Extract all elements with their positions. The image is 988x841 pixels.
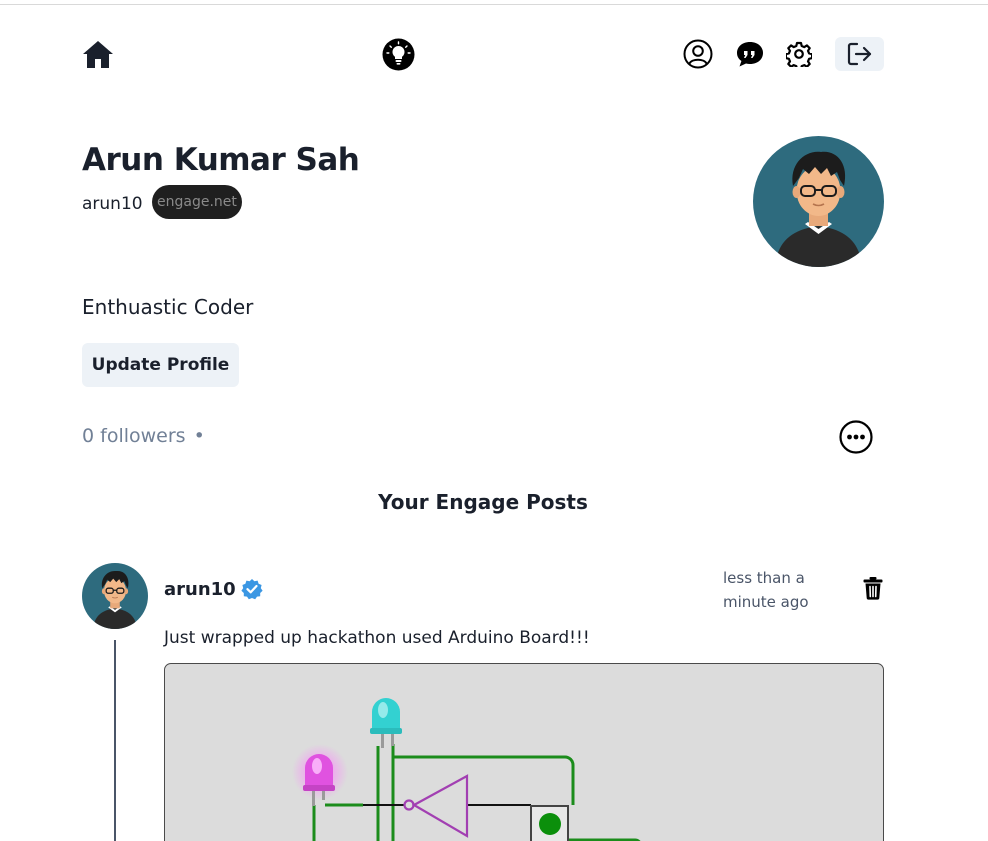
post-username: arun10 (164, 578, 236, 600)
logout-icon (847, 42, 871, 66)
domain-badge: engage.net (152, 185, 242, 219)
post-author[interactable]: arun10 (164, 578, 263, 600)
chat-icon[interactable] (734, 38, 766, 70)
update-profile-button[interactable]: Update Profile (82, 343, 239, 387)
post-text: Just wrapped up hackathon used Arduino B… (164, 628, 590, 648)
profile-username: arun10 (82, 194, 143, 214)
trash-icon[interactable] (862, 576, 884, 600)
user-circle-icon[interactable] (682, 38, 714, 70)
profile-name: Arun Kumar Sah (82, 142, 360, 178)
followers-count[interactable]: 0 followers • (82, 425, 205, 447)
top-navbar (82, 36, 884, 72)
post-image[interactable] (164, 663, 884, 841)
profile-avatar (753, 136, 884, 267)
thread-line (114, 640, 116, 841)
home-icon[interactable] (82, 38, 114, 70)
separator-dot: • (193, 425, 205, 447)
gear-icon[interactable] (783, 38, 815, 70)
logout-button[interactable] (835, 37, 884, 71)
top-border (0, 4, 988, 5)
more-options-icon[interactable] (839, 420, 873, 454)
profile-bio: Enthuastic Coder (82, 295, 254, 319)
verified-badge-icon (241, 578, 263, 600)
followers-text: 0 followers (82, 425, 186, 447)
lightbulb-logo-icon[interactable] (382, 38, 415, 71)
section-title: Your Engage Posts (378, 490, 588, 514)
post-timestamp: less than a minute ago (723, 569, 809, 611)
nav-actions (682, 36, 884, 72)
post-avatar[interactable] (82, 563, 148, 629)
